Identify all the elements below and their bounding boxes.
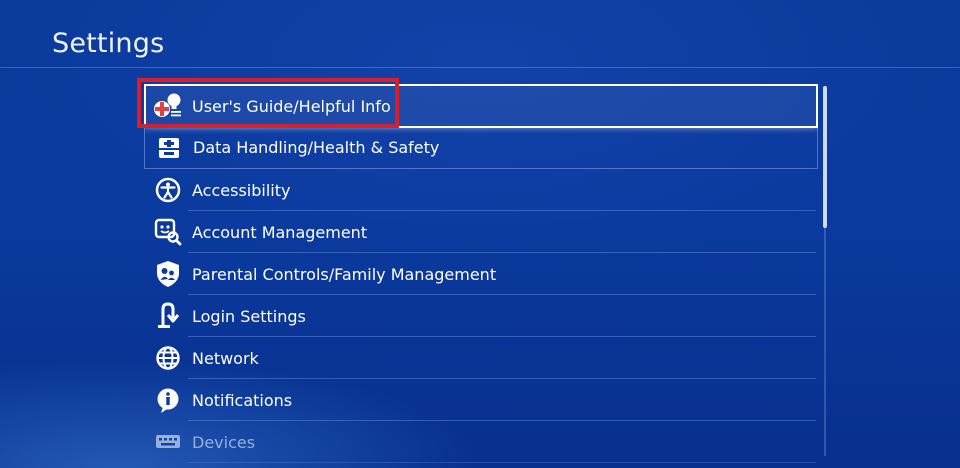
menu-item-label: Network: [192, 348, 259, 368]
menu-item-label: Login Settings: [192, 306, 306, 326]
menu-item-label: Notifications: [192, 390, 293, 410]
login-settings-icon: [150, 298, 186, 334]
accessibility-icon: [150, 172, 186, 208]
account-management-icon: [150, 214, 186, 250]
page-title: Settings: [52, 28, 165, 59]
menu-item-account-management[interactable]: Account Management: [144, 211, 818, 253]
menu-item-users-guide[interactable]: User's Guide/Helpful Info: [144, 84, 818, 128]
menu-item-label: User's Guide/Helpful Info: [192, 96, 391, 116]
settings-menu-list: User's Guide/Helpful Info Data Handling/…: [144, 84, 818, 468]
menu-item-label: Accessibility: [192, 180, 291, 200]
menu-item-label: Account Management: [192, 222, 368, 242]
scrollbar-thumb[interactable]: [823, 86, 827, 228]
menu-item-data-handling[interactable]: Data Handling/Health & Safety: [144, 127, 818, 169]
menu-item-label: Parental Controls/Family Management: [192, 264, 497, 284]
menu-item-parental-controls[interactable]: Parental Controls/Family Management: [144, 253, 818, 295]
guide-bulb-icon: [150, 88, 186, 124]
health-safety-icon: [151, 130, 187, 166]
parental-controls-icon: [150, 256, 186, 292]
menu-item-label: Devices: [192, 432, 256, 452]
notifications-icon: [150, 382, 186, 418]
menu-item-label: Data Handling/Health & Safety: [193, 138, 440, 157]
menu-item-notifications[interactable]: Notifications: [144, 379, 818, 421]
title-divider: [0, 67, 960, 68]
menu-item-network[interactable]: Network: [144, 337, 818, 379]
menu-item-login-settings[interactable]: Login Settings: [144, 295, 818, 337]
devices-keyboard-icon: [150, 424, 186, 460]
network-globe-icon: [150, 340, 186, 376]
menu-item-devices[interactable]: Devices: [144, 421, 818, 463]
menu-item-accessibility[interactable]: Accessibility: [144, 169, 818, 211]
